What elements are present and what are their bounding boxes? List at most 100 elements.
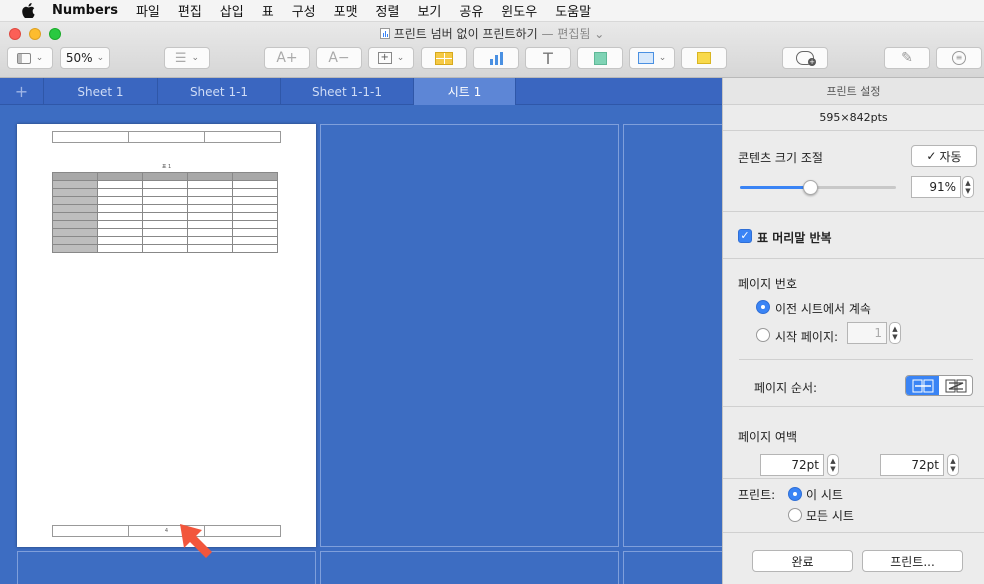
chevron-down-icon[interactable]: ▼ (965, 187, 970, 195)
this-sheet-radio[interactable] (788, 487, 802, 501)
chevron-down-icon[interactable]: ▼ (892, 333, 897, 341)
media-button[interactable]: ⌄ (629, 47, 675, 69)
page-order-segmented[interactable] (905, 375, 973, 396)
right-margin-field[interactable]: 72pt (880, 454, 944, 476)
all-sheets-label: 모든 시트 (806, 509, 854, 523)
panel-header: 프린트 설정 (723, 78, 984, 105)
chevron-down-icon[interactable]: ▼ (950, 465, 955, 473)
chevron-up-icon[interactable]: ▲ (965, 179, 970, 187)
all-sheets-radio[interactable] (788, 508, 802, 522)
footer-field[interactable] (52, 525, 129, 537)
menu-insert[interactable]: 삽입 (220, 1, 244, 20)
print-page[interactable]: 표 1 4 (17, 124, 316, 547)
table-title: 표 1 (161, 164, 172, 170)
header-field[interactable] (128, 131, 205, 143)
page-placeholder (623, 551, 722, 584)
tab-sheet-1[interactable]: Sheet 1 (44, 78, 158, 105)
page-order-vertical-icon[interactable] (939, 376, 972, 395)
auto-scale-label: 자동 (939, 149, 962, 164)
font-larger-icon: A+ (276, 50, 298, 66)
increase-font-button[interactable]: A+ (264, 47, 310, 69)
margins-label: 페이지 여백 (738, 430, 798, 444)
page-placeholder (320, 551, 619, 584)
document-icon (379, 28, 390, 39)
start-page-radio[interactable] (756, 328, 770, 342)
tab-sheet-active[interactable]: 시트 1 (414, 78, 516, 105)
header-field[interactable] (52, 131, 129, 143)
collaborate-button[interactable]: + (782, 47, 828, 69)
menu-view[interactable]: 보기 (417, 1, 441, 20)
view-menu-button[interactable]: ⌄ (7, 47, 53, 69)
print-button[interactable]: 프린트... (862, 550, 963, 572)
scale-stepper[interactable]: ▲ ▼ (962, 176, 974, 198)
auto-scale-button[interactable]: ✓ 자동 (911, 145, 977, 167)
organize-button[interactable]: ≡ (936, 47, 982, 69)
header-field[interactable] (204, 131, 281, 143)
menu-bar: Numbers 파일 편집 삽입 표 구성 포맷 정렬 보기 공유 윈도우 도움… (0, 0, 984, 22)
start-page-field[interactable]: 1 (847, 322, 887, 344)
comment-icon (697, 52, 711, 64)
menu-arrange[interactable]: 정렬 (376, 1, 400, 20)
menu-window[interactable]: 윈도우 (501, 1, 537, 20)
comment-button[interactable] (681, 47, 727, 69)
chevron-down-icon[interactable]: ▼ (830, 465, 835, 473)
menu-help[interactable]: 도움말 (555, 1, 591, 20)
sheet-tab-bar: + Sheet 1 Sheet 1-1 Sheet 1-1-1 시트 1 (0, 78, 722, 105)
image-icon (637, 52, 654, 64)
repeat-header-section: ✓ 표 머리말 반복 (723, 212, 984, 259)
left-margin-field[interactable]: 72pt (760, 454, 824, 476)
apple-icon[interactable] (18, 3, 38, 18)
tab-sheet-1-1[interactable]: Sheet 1-1 (158, 78, 281, 105)
zoom-value: 50% (65, 51, 93, 65)
menu-share[interactable]: 공유 (459, 1, 483, 20)
chevron-down-icon: ⌄ (658, 53, 667, 63)
menu-app-name[interactable]: Numbers (52, 3, 118, 18)
add-sheet-button[interactable]: + (0, 78, 44, 105)
scale-slider-fill (740, 186, 811, 189)
zoom-select[interactable]: 50% ⌄ (60, 47, 110, 69)
menu-file[interactable]: 파일 (136, 1, 160, 20)
scale-percent-field[interactable]: 91% (911, 176, 961, 198)
chevron-down-icon[interactable]: ⌄ (590, 27, 604, 41)
shape-button[interactable] (577, 47, 623, 69)
list-style-button[interactable]: ☰ ⌄ (164, 47, 210, 69)
continue-radio[interactable] (756, 300, 770, 314)
chevron-up-icon[interactable]: ▲ (950, 457, 955, 465)
window-title: 프린트 넘버 없이 프린트하기 — 편집됨 ⌄ (0, 25, 984, 42)
page-order-horizontal-icon[interactable] (906, 376, 939, 395)
chevron-up-icon[interactable]: ▲ (892, 325, 897, 333)
menu-edit[interactable]: 편집 (178, 1, 202, 20)
right-margin-stepper[interactable]: ▲ ▼ (947, 454, 959, 476)
insert-button[interactable]: + ⌄ (368, 47, 414, 69)
text-icon: T (543, 48, 553, 68)
scale-slider[interactable] (740, 186, 896, 189)
chevron-up-icon[interactable]: ▲ (830, 457, 835, 465)
done-button[interactable]: 완료 (752, 550, 853, 572)
start-page-stepper[interactable]: ▲ ▼ (889, 322, 901, 344)
sidebar-icon (16, 52, 31, 64)
decrease-font-button[interactable]: A− (316, 47, 362, 69)
tab-sheet-1-1-1[interactable]: Sheet 1-1-1 (281, 78, 414, 105)
repeat-header-label: 표 머리말 반복 (757, 231, 832, 245)
menu-format[interactable]: 포맷 (334, 1, 358, 20)
repeat-header-checkbox[interactable]: ✓ (738, 229, 752, 243)
paintbrush-icon: ✎ (901, 50, 913, 66)
print-scope-label: 프린트: (738, 488, 776, 502)
table-button[interactable] (421, 47, 467, 69)
scale-slider-knob[interactable] (802, 180, 818, 195)
left-margin-stepper[interactable]: ▲ ▼ (827, 454, 839, 476)
print-settings-panel: 프린트 설정 595×842pts 콘텐츠 크기 조절 ✓ 자동 91% ▲ ▼ ✓… (722, 78, 984, 584)
page-table[interactable] (52, 172, 278, 253)
table-icon (435, 51, 453, 65)
divider (739, 359, 973, 360)
checkmark-icon: ✓ (926, 149, 937, 163)
text-button[interactable]: T (525, 47, 571, 69)
content-scale-label: 콘텐츠 크기 조절 (738, 151, 823, 165)
font-smaller-icon: A− (328, 50, 350, 66)
page-placeholder (17, 551, 316, 584)
format-button[interactable]: ✎ (884, 47, 930, 69)
chart-button[interactable] (473, 47, 519, 69)
menu-table[interactable]: 표 (262, 1, 274, 20)
menu-organize[interactable]: 구성 (292, 1, 316, 20)
paper-size[interactable]: 595×842pts (723, 105, 984, 131)
